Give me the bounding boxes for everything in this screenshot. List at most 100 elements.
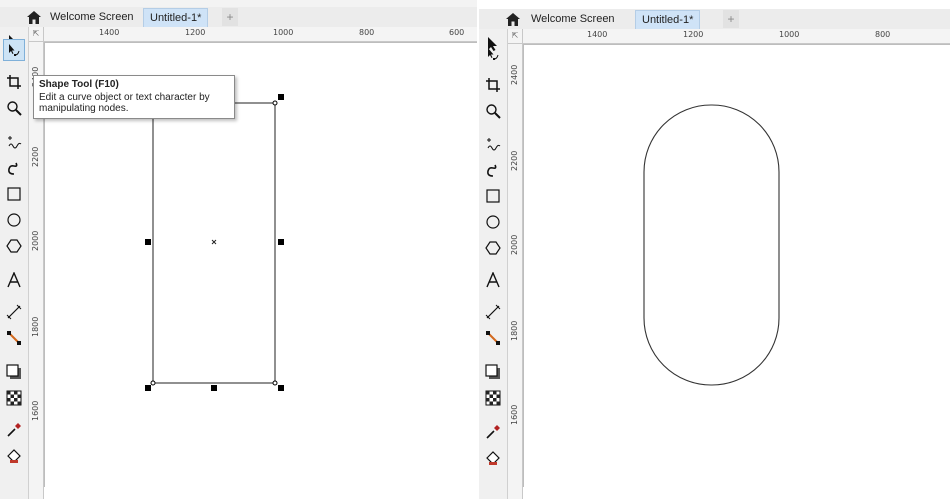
vertical-ruler[interactable]: 2400 2200 2000 1800 1600 xyxy=(508,29,523,499)
ruler-label: 1400 xyxy=(587,30,608,39)
eyedropper-tool[interactable] xyxy=(482,421,504,443)
polygon-tool[interactable] xyxy=(482,237,504,259)
ellipse-tool[interactable] xyxy=(482,211,504,233)
new-tab-button[interactable]: + xyxy=(222,8,238,26)
dimension-tool[interactable] xyxy=(3,301,25,323)
drawing-canvas[interactable] xyxy=(523,44,950,487)
zoom-tool-icon xyxy=(7,101,22,116)
selection-handle[interactable] xyxy=(211,385,217,391)
node[interactable] xyxy=(272,380,278,386)
transparency-tool-icon xyxy=(6,390,22,406)
selection-handle[interactable] xyxy=(278,385,284,391)
eyedropper-tool-icon xyxy=(7,423,21,437)
polygon-tool-icon xyxy=(485,241,501,255)
shape-tool[interactable] xyxy=(482,43,504,65)
tab-welcome-screen[interactable]: Welcome Screen xyxy=(44,8,140,26)
eyedropper-tool[interactable] xyxy=(3,419,25,441)
selection-handle[interactable] xyxy=(145,239,151,245)
selection-handle[interactable] xyxy=(278,239,284,245)
artistic-media-tool[interactable] xyxy=(482,159,504,181)
ellipse-tool-icon xyxy=(7,213,21,227)
dimension-tool-icon xyxy=(485,304,501,320)
text-tool-icon xyxy=(486,272,500,288)
home-tab[interactable] xyxy=(503,9,523,29)
freehand-tool[interactable] xyxy=(3,131,25,153)
polygon-tool[interactable] xyxy=(3,235,25,257)
home-tab[interactable] xyxy=(24,7,44,27)
connector-tool-icon xyxy=(7,331,21,345)
freehand-tool[interactable] xyxy=(482,133,504,155)
home-icon xyxy=(506,12,520,26)
node[interactable] xyxy=(150,380,156,386)
interactive-fill-tool[interactable] xyxy=(3,445,25,467)
shape-tool-tooltip: Shape Tool (F10) Edit a curve object or … xyxy=(33,75,235,119)
rectangle-tool[interactable] xyxy=(3,183,25,205)
horizontal-ruler[interactable]: 1400 1200 1000 800 600 xyxy=(29,27,478,42)
ruler-origin-corner[interactable]: ⇱ xyxy=(508,29,523,44)
tab-untitled-1[interactable]: Untitled-1* xyxy=(635,10,701,30)
dimension-tool[interactable] xyxy=(482,301,504,323)
shape-tool[interactable] xyxy=(3,39,25,61)
ruler-label: 2200 xyxy=(31,146,40,167)
eyedropper-tool-icon xyxy=(486,425,500,439)
toolbox xyxy=(0,27,29,499)
tooltip-title: Shape Tool (F10) xyxy=(39,79,119,90)
zoom-tool-icon xyxy=(486,104,501,119)
toolbox xyxy=(479,29,508,499)
ruler-origin-corner[interactable]: ⇱ xyxy=(29,27,44,42)
ruler-label: 1600 xyxy=(31,400,40,421)
new-tab-button[interactable]: + xyxy=(723,10,739,28)
ruler-label: 800 xyxy=(359,28,375,37)
rectangle-tool-icon xyxy=(7,187,21,201)
drop-shadow-tool[interactable] xyxy=(3,361,25,383)
tooltip-description-line2: manipulating nodes. xyxy=(39,103,129,114)
ruler-label: 2000 xyxy=(510,234,519,255)
ruler-label: 1800 xyxy=(31,316,40,337)
text-tool[interactable] xyxy=(482,269,504,291)
connector-tool[interactable] xyxy=(482,327,504,349)
interactive-fill-tool-icon xyxy=(486,451,500,465)
tab-untitled-1[interactable]: Untitled-1* xyxy=(143,8,209,28)
horizontal-ruler[interactable]: 1400 1200 1000 800 xyxy=(508,29,950,44)
crop-tool[interactable] xyxy=(482,74,504,96)
zoom-tool[interactable] xyxy=(482,100,504,122)
ruler-label: 1800 xyxy=(510,320,519,341)
rectangle-shape[interactable] xyxy=(152,102,276,384)
drop-shadow-tool[interactable] xyxy=(482,361,504,383)
rounded-rectangle-shape[interactable] xyxy=(643,104,780,386)
node[interactable] xyxy=(272,100,278,106)
freehand-tool-icon xyxy=(487,138,501,151)
drop-shadow-tool-icon xyxy=(485,364,500,379)
dimension-tool-icon xyxy=(6,304,22,320)
tab-welcome-screen[interactable]: Welcome Screen xyxy=(525,10,621,28)
transparency-tool[interactable] xyxy=(482,387,504,409)
shape-tool-icon xyxy=(488,48,499,60)
ruler-label: 2400 xyxy=(510,64,519,85)
document-tab-bar: Welcome Screen Untitled-1* + xyxy=(479,9,950,30)
ruler-label: 800 xyxy=(875,30,891,39)
ruler-label: 1000 xyxy=(273,28,294,37)
ruler-label: 1600 xyxy=(510,404,519,425)
transparency-tool-icon xyxy=(485,390,501,406)
text-tool-icon xyxy=(7,272,21,288)
text-tool[interactable] xyxy=(3,269,25,291)
ellipse-tool[interactable] xyxy=(3,209,25,231)
connector-tool[interactable] xyxy=(3,327,25,349)
interactive-fill-tool[interactable] xyxy=(482,447,504,469)
rectangle-tool[interactable] xyxy=(482,185,504,207)
zoom-tool[interactable] xyxy=(3,97,25,119)
rectangle-tool-icon xyxy=(486,189,500,203)
ruler-label: 600 xyxy=(449,28,465,37)
selection-handle[interactable] xyxy=(145,385,151,391)
document-tab-bar: Welcome Screen Untitled-1* + xyxy=(0,7,478,28)
ruler-label: 2000 xyxy=(31,230,40,251)
tooltip-description-line1: Edit a curve object or text character by xyxy=(39,92,210,103)
transparency-tool[interactable] xyxy=(3,387,25,409)
artistic-media-tool[interactable] xyxy=(3,157,25,179)
selection-handle[interactable] xyxy=(278,94,284,100)
canvas-drawing xyxy=(643,104,780,386)
crop-tool[interactable] xyxy=(3,71,25,93)
ruler-label: 1000 xyxy=(779,30,800,39)
ruler-label: 1200 xyxy=(185,28,206,37)
polygon-tool-icon xyxy=(6,239,22,253)
